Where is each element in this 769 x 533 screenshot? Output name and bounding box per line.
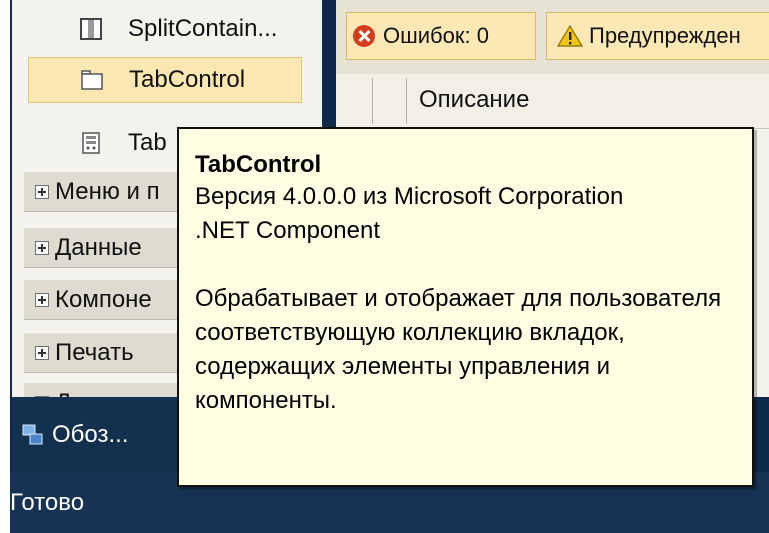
expand-icon[interactable] bbox=[35, 292, 49, 307]
errors-filter-button[interactable]: Ошибок: 0 bbox=[346, 12, 536, 60]
category-label: Печать bbox=[55, 338, 134, 366]
expand-icon[interactable] bbox=[35, 184, 49, 199]
split-container-icon bbox=[78, 16, 104, 42]
column-header-description[interactable]: Описание bbox=[419, 86, 529, 114]
tooltip-component: .NET Component bbox=[195, 217, 380, 244]
toolbox-item-label: Tab bbox=[128, 129, 167, 156]
expand-icon[interactable] bbox=[35, 345, 49, 360]
tooltip-title: TabControl bbox=[195, 151, 322, 178]
category-label: Компоне bbox=[55, 285, 152, 313]
status-text: Готово bbox=[10, 488, 85, 516]
tooltip-spacer bbox=[195, 248, 752, 282]
solution-explorer-label: Обоз... bbox=[52, 420, 129, 448]
expand-icon[interactable] bbox=[35, 240, 49, 255]
column-separator[interactable] bbox=[372, 78, 373, 124]
category-label: Данные bbox=[55, 233, 142, 261]
error-list-toolbar: Ошибок: 0 Предупрежден bbox=[336, 0, 769, 75]
tooltip-description: Обрабатывает и отображает для пользовате… bbox=[195, 285, 722, 414]
warnings-filter-label: Предупрежден bbox=[589, 23, 741, 48]
table-layout-icon bbox=[78, 130, 104, 156]
warnings-filter-button[interactable]: Предупрежден bbox=[546, 12, 769, 60]
warning-icon bbox=[556, 24, 584, 48]
tooltip-version: Версия 4.0.0.0 из Microsoft Corporation bbox=[195, 183, 624, 210]
toolbox-item-splitcontainer[interactable]: SplitContain... bbox=[28, 6, 302, 52]
tab-control-icon bbox=[79, 67, 105, 93]
category-label: Меню и п bbox=[55, 177, 160, 205]
tooltip: TabControl Версия 4.0.0.0 из Microsoft C… bbox=[177, 127, 754, 487]
errors-filter-label: Ошибок: 0 bbox=[383, 23, 489, 48]
toolbox-item-label: SplitContain... bbox=[128, 15, 278, 42]
solution-explorer-tab[interactable]: Обоз... bbox=[12, 397, 182, 472]
toolbox-item-tabcontrol[interactable]: TabControl bbox=[28, 57, 302, 103]
solution-explorer-icon bbox=[22, 424, 44, 446]
error-list-header: Описание bbox=[336, 74, 769, 129]
category-label: Диалого bbox=[55, 389, 147, 398]
column-separator[interactable] bbox=[406, 78, 407, 124]
toolbox-item-label: TabControl bbox=[129, 66, 246, 93]
error-icon bbox=[353, 25, 375, 47]
